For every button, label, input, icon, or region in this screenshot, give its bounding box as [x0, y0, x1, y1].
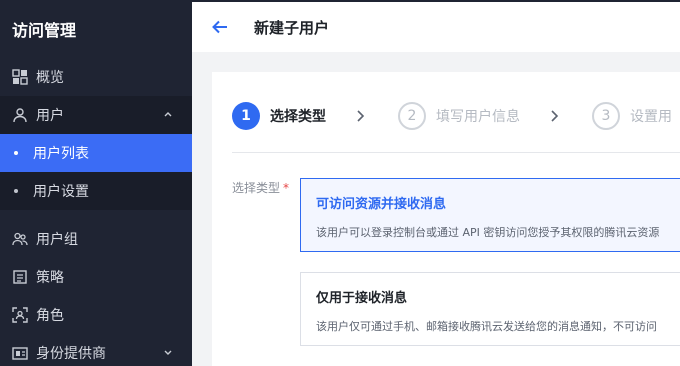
back-arrow-icon[interactable]: [210, 17, 230, 37]
divider: [232, 152, 680, 153]
step-label: 设置用: [630, 109, 672, 125]
wizard-card: 1 选择类型 2 填写用户信息 3 设置用 选择类型 * 可访问资源并接收消息 该…: [212, 72, 680, 366]
identity-provider-icon: [12, 345, 28, 361]
chevron-right-icon: [354, 109, 368, 123]
policy-icon: [12, 269, 28, 285]
chevron-down-icon: [164, 350, 172, 355]
user-group-icon: [12, 231, 28, 247]
sidebar-item-label: 用户组: [36, 232, 78, 248]
step-indicator: 1 选择类型 2 填写用户信息 3 设置用: [232, 102, 672, 130]
chevron-right-icon: [548, 109, 562, 123]
step-label: 填写用户信息: [436, 109, 520, 125]
option-description: 该用户可以登录控制台或通过 API 密钥访问您授予其权限的腾讯云资源: [316, 226, 660, 239]
chevron-up-icon: [164, 112, 172, 117]
sidebar-item-groups[interactable]: 用户组: [0, 220, 192, 258]
step-number: 1: [232, 102, 260, 130]
role-icon: [12, 307, 28, 323]
step-3: 3 设置用: [592, 102, 672, 130]
bullet-icon: [14, 189, 18, 193]
sidebar-item-label: 角色: [36, 308, 64, 324]
page-title: 新建子用户: [254, 18, 330, 37]
option-title: 仅用于接收消息: [316, 291, 408, 306]
users-submenu: 用户列表 用户设置: [0, 134, 192, 210]
sidebar-item-users[interactable]: 用户: [0, 96, 192, 134]
sidebar-item-roles[interactable]: 角色: [0, 296, 192, 334]
sidebar-subitem-user-settings[interactable]: 用户设置: [0, 172, 192, 210]
sidebar-item-policies[interactable]: 策略: [0, 258, 192, 296]
sidebar-item-overview[interactable]: 概览: [0, 58, 192, 96]
option-description: 该用户仅可通过手机、邮箱接收腾讯云发送给您的消息通知，不可访问: [316, 320, 657, 333]
bullet-icon: [14, 151, 18, 155]
step-1: 1 选择类型: [232, 102, 326, 130]
sidebar-item-identity-providers[interactable]: 身份提供商: [0, 334, 192, 366]
sidebar-brand: 访问管理: [12, 21, 77, 40]
dashboard-icon: [12, 69, 28, 85]
step-label: 选择类型: [270, 109, 326, 125]
user-icon: [12, 107, 28, 123]
option-receive-messages-only[interactable]: 仅用于接收消息 该用户仅可通过手机、邮箱接收腾讯云发送给您的消息通知，不可访问: [300, 272, 680, 346]
required-mark: *: [283, 181, 290, 195]
step-number: 2: [398, 102, 426, 130]
option-access-resources[interactable]: 可访问资源并接收消息 该用户可以登录控制台或通过 API 密钥访问您授予其权限的…: [300, 178, 680, 252]
sidebar-item-label: 策略: [36, 270, 64, 286]
sidebar-subitem-user-list[interactable]: 用户列表: [0, 134, 192, 172]
type-field-label: 选择类型 *: [232, 181, 290, 195]
step-number: 3: [592, 102, 620, 130]
option-title: 可访问资源并接收消息: [316, 197, 447, 212]
step-2: 2 填写用户信息: [398, 102, 520, 130]
sidebar: 访问管理 概览 用户 用户列表 用户设置 用户组 策略 角色 身份提供商: [0, 0, 192, 366]
sidebar-item-label: 身份提供商: [36, 346, 106, 362]
sidebar-item-label: 用户: [36, 108, 64, 124]
sidebar-item-label: 概览: [36, 70, 64, 86]
page-header: 新建子用户: [192, 0, 680, 52]
